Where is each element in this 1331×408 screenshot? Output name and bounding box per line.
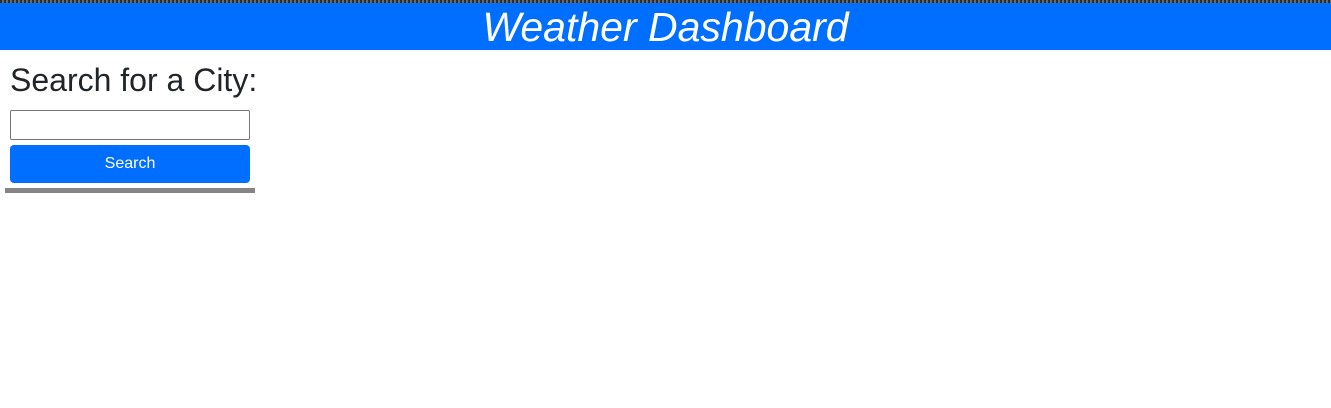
page-title: Weather Dashboard [482,3,849,50]
search-heading: Search for a City: [10,62,258,98]
city-search-panel: Search for a City: Search [5,61,258,193]
app-header: Weather Dashboard [0,3,1331,50]
weather-dashboard-page: Weather Dashboard Search for a City: Sea… [0,0,1331,408]
city-search-input[interactable] [10,110,250,140]
search-panel-divider [5,188,255,193]
search-button[interactable]: Search [10,145,250,183]
